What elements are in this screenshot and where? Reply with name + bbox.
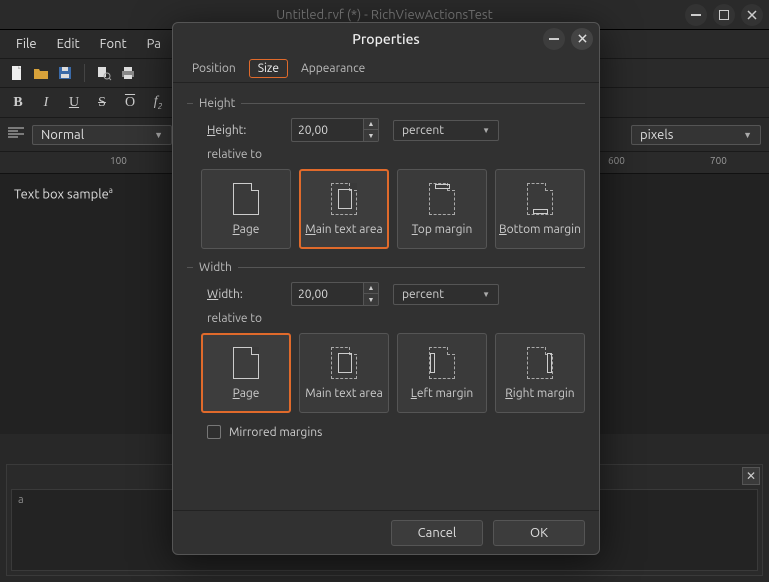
mirrored-margins-row[interactable]: Mirrored margins: [207, 425, 585, 439]
height-unit-value: percent: [402, 124, 444, 137]
align-left-icon[interactable]: [8, 127, 24, 142]
menu-file[interactable]: File: [8, 35, 45, 53]
underline-button[interactable]: U: [66, 95, 82, 111]
chevron-down-icon: ▼: [743, 130, 752, 140]
menu-edit[interactable]: Edit: [49, 35, 88, 53]
width-section-header: Width: [187, 261, 585, 274]
dialog-titlebar[interactable]: Properties: [173, 23, 599, 55]
ruler-tick: 700: [710, 155, 727, 166]
chevron-down-icon: ▼: [482, 290, 490, 299]
textbox-sample[interactable]: Text box samplea: [14, 186, 113, 201]
page-icon: [233, 347, 259, 379]
dialog-close-button[interactable]: [571, 28, 593, 50]
italic-button[interactable]: I: [38, 95, 54, 111]
height-option-page[interactable]: Page: [201, 169, 291, 249]
print-preview-icon[interactable]: [95, 64, 113, 82]
toolbar-separator: [84, 64, 85, 82]
height-option-main-text-area[interactable]: Main text area: [299, 169, 389, 249]
tab-appearance[interactable]: Appearance: [292, 59, 374, 78]
chevron-down-icon: ▼: [154, 130, 163, 140]
bottom-margin-icon: [527, 183, 553, 215]
height-spinner[interactable]: ▲ ▼: [291, 118, 379, 142]
overline-button[interactable]: O: [122, 95, 138, 111]
new-file-icon[interactable]: [8, 64, 26, 82]
mirrored-margins-checkbox[interactable]: [207, 425, 221, 439]
cancel-button[interactable]: Cancel: [391, 520, 483, 546]
main-minimize-button[interactable]: [685, 4, 707, 26]
height-spin-down[interactable]: ▼: [364, 130, 378, 141]
height-unit-combo[interactable]: percent ▼: [393, 120, 499, 141]
height-section-header: Height: [187, 97, 585, 110]
width-option-page[interactable]: Page: [201, 333, 291, 413]
width-unit-value: percent: [402, 288, 444, 301]
width-spin-up[interactable]: ▲: [364, 283, 378, 294]
save-file-icon[interactable]: [56, 64, 74, 82]
right-margin-icon: [527, 347, 553, 379]
width-label: Width:: [207, 288, 277, 301]
width-spinner[interactable]: ▲ ▼: [291, 282, 379, 306]
height-relative-label: relative to: [207, 148, 585, 161]
tab-size[interactable]: Size: [249, 59, 288, 78]
height-option-top-margin[interactable]: Top margin: [397, 169, 487, 249]
left-margin-icon: [429, 347, 455, 379]
menu-truncated[interactable]: Pa: [139, 35, 169, 53]
paragraph-style-value: Normal: [41, 128, 84, 142]
width-options: Page Main text area Left margin Right ma…: [201, 333, 585, 413]
width-option-left-margin[interactable]: Left margin: [397, 333, 487, 413]
width-unit-combo[interactable]: percent ▼: [393, 284, 499, 305]
strikethrough-button[interactable]: S: [94, 95, 110, 111]
properties-dialog: Properties Position Size Appearance Heig…: [172, 22, 600, 555]
main-close-button[interactable]: [741, 4, 763, 26]
width-input[interactable]: [291, 282, 363, 306]
dialog-tabs: Position Size Appearance: [173, 55, 599, 83]
mirrored-margins-label: Mirrored margins: [229, 426, 322, 439]
height-option-bottom-margin[interactable]: Bottom margin: [495, 169, 585, 249]
dialog-title: Properties: [352, 31, 420, 47]
font-function-button[interactable]: f2: [150, 94, 166, 111]
bold-button[interactable]: B: [10, 95, 26, 111]
menu-font[interactable]: Font: [92, 35, 135, 53]
height-options: Page Main text area Top margin Bottom ma…: [201, 169, 585, 249]
main-window-title: Untitled.rvf (*) - RichViewActionsTest: [276, 8, 492, 22]
top-margin-icon: [429, 183, 455, 215]
main-text-area-icon: [331, 347, 357, 379]
ruler-tick: 600: [608, 155, 625, 166]
ruler-tick: 100: [110, 155, 127, 166]
main-maximize-button[interactable]: [713, 4, 735, 26]
width-relative-label: relative to: [207, 312, 585, 325]
width-spin-down[interactable]: ▼: [364, 294, 378, 305]
ok-button[interactable]: OK: [493, 520, 585, 546]
width-option-main-text-area[interactable]: Main text area: [299, 333, 389, 413]
height-spin-up[interactable]: ▲: [364, 119, 378, 130]
width-option-right-margin[interactable]: Right margin: [495, 333, 585, 413]
units-combo[interactable]: pixels ▼: [631, 125, 761, 145]
print-icon[interactable]: [119, 64, 137, 82]
dialog-button-bar: Cancel OK: [173, 510, 599, 554]
tab-position[interactable]: Position: [183, 59, 245, 78]
height-label: Height:: [207, 124, 277, 137]
chevron-down-icon: ▼: [482, 126, 490, 135]
paragraph-style-combo[interactable]: Normal ▼: [32, 125, 172, 145]
panel-close-button[interactable]: ✕: [742, 467, 760, 485]
height-input[interactable]: [291, 118, 363, 142]
units-value: pixels: [640, 128, 673, 142]
dialog-minimize-button[interactable]: [543, 28, 565, 50]
page-icon: [233, 183, 259, 215]
main-text-area-icon: [331, 183, 357, 215]
open-file-icon[interactable]: [32, 64, 50, 82]
